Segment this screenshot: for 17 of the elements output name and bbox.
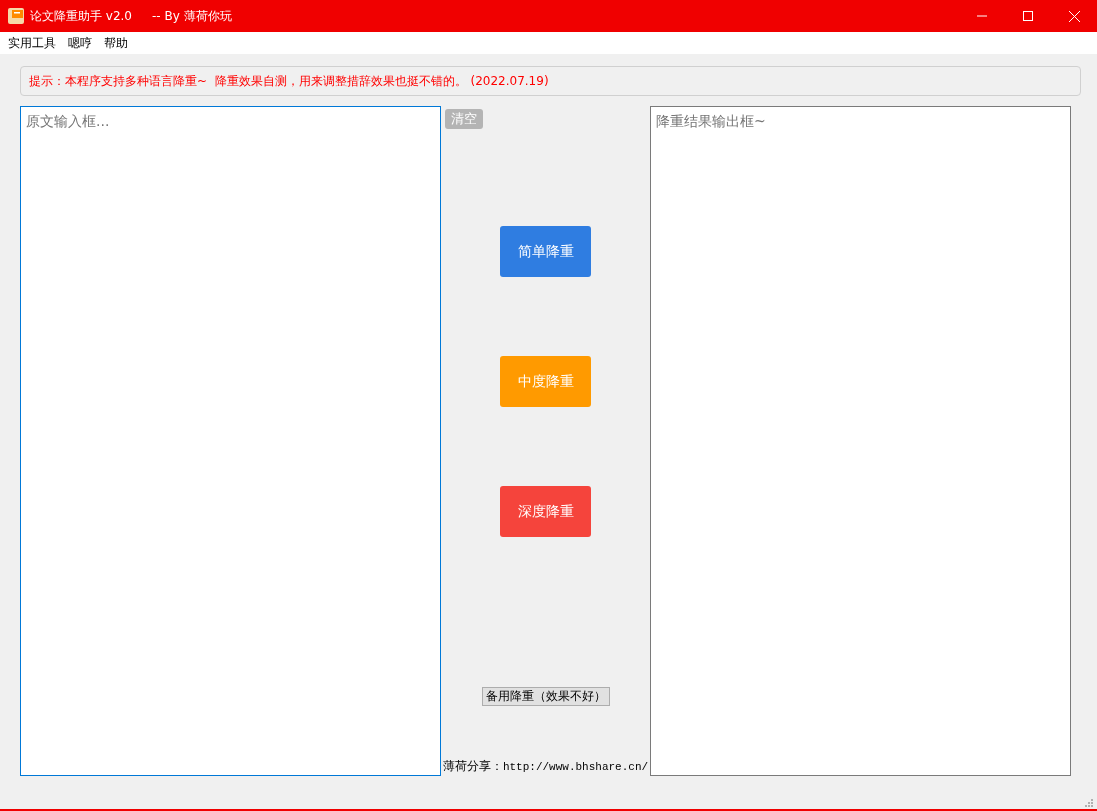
rewrite-button[interactable]: 深度降重 (500, 486, 591, 537)
menu-item[interactable]: 帮助 (98, 34, 134, 52)
rewrite-button[interactable]: 简单降重 (500, 226, 591, 277)
menu-item[interactable]: 实用工具 (2, 34, 62, 52)
app-icon (8, 8, 24, 24)
resize-grip-icon (1085, 799, 1093, 807)
input-field[interactable]: 原文输入框... (20, 106, 441, 776)
backup-button[interactable]: 备用降重（效果不好） (481, 687, 610, 706)
window-title: 论文降重助手 v2.0 (30, 7, 132, 25)
output-field[interactable]: 降重结果输出框~ (650, 106, 1071, 776)
maximize-icon[interactable] (1023, 11, 1033, 21)
menu-item[interactable]: 嗯哼 (62, 34, 98, 52)
window-subtitle: -- By 薄荷你玩 (152, 7, 232, 25)
share-label: 薄荷分享： (442, 759, 503, 773)
close-icon[interactable] (1068, 10, 1080, 22)
share-link[interactable]: http://www.bhshare.cn/ (502, 761, 649, 773)
notice-banner: 提示：本程序支持多种语言降重~ 降重效果自测，用来调整措辞效果也挺不错的。 (2022.07.19) (20, 66, 1081, 96)
